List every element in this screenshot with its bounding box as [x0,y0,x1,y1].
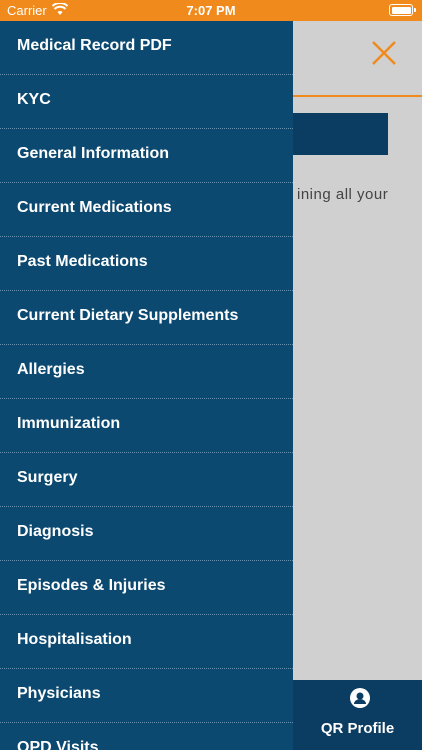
menu-item-physicians[interactable]: Physicians [0,669,293,723]
menu-item-kyc[interactable]: KYC [0,75,293,129]
menu-item-label: Current Dietary Supplements [17,307,239,324]
menu-item-opd-visits[interactable]: OPD Visits [0,723,293,750]
menu-item-label: General Information [17,145,170,162]
menu-item-label: Episodes & Injuries [17,577,166,594]
status-bar: Carrier 7:07 PM [0,0,422,21]
menu-item-label: Allergies [17,361,85,378]
menu-item-label: Hospitalisation [17,631,132,648]
menu-item-diagnosis[interactable]: Diagnosis [0,507,293,561]
menu-item-episodes-injuries[interactable]: Episodes & Injuries [0,561,293,615]
menu-item-label: Medical Record PDF [17,37,172,54]
menu-item-hospitalisation[interactable]: Hospitalisation [0,615,293,669]
menu-item-past-medications[interactable]: Past Medications [0,237,293,291]
menu-item-medical-record-pdf[interactable]: Medical Record PDF [0,21,293,75]
menu-item-current-dietary-supplements[interactable]: Current Dietary Supplements [0,291,293,345]
side-drawer: Medical Record PDF KYC General Informati… [0,21,293,750]
tab-qr-profile-label: QR Profile [320,720,395,737]
menu-item-label: Past Medications [17,253,148,270]
menu-item-label: Diagnosis [17,523,94,540]
menu-item-surgery[interactable]: Surgery [0,453,293,507]
background-banner [293,113,388,155]
menu-item-current-medications[interactable]: Current Medications [0,183,293,237]
menu-item-label: Surgery [17,469,78,486]
close-icon[interactable] [369,38,399,68]
bottom-tab-bar: QR Profile [293,680,422,750]
user-icon [350,688,370,708]
background-text: ining all your [297,186,389,203]
menu-item-allergies[interactable]: Allergies [0,345,293,399]
menu-item-immunization[interactable]: Immunization [0,399,293,453]
battery-icon [389,4,416,16]
menu-item-general-information[interactable]: General Information [0,129,293,183]
menu-item-label: OPD Visits [17,739,99,750]
clock: 7:07 PM [186,3,236,18]
menu-item-label: Physicians [17,685,101,702]
menu-item-label: KYC [17,91,51,108]
header-divider [293,95,422,97]
menu-item-label: Immunization [17,415,121,432]
tab-qr-profile[interactable]: QR Profile [293,680,422,750]
menu-item-label: Current Medications [17,199,172,216]
